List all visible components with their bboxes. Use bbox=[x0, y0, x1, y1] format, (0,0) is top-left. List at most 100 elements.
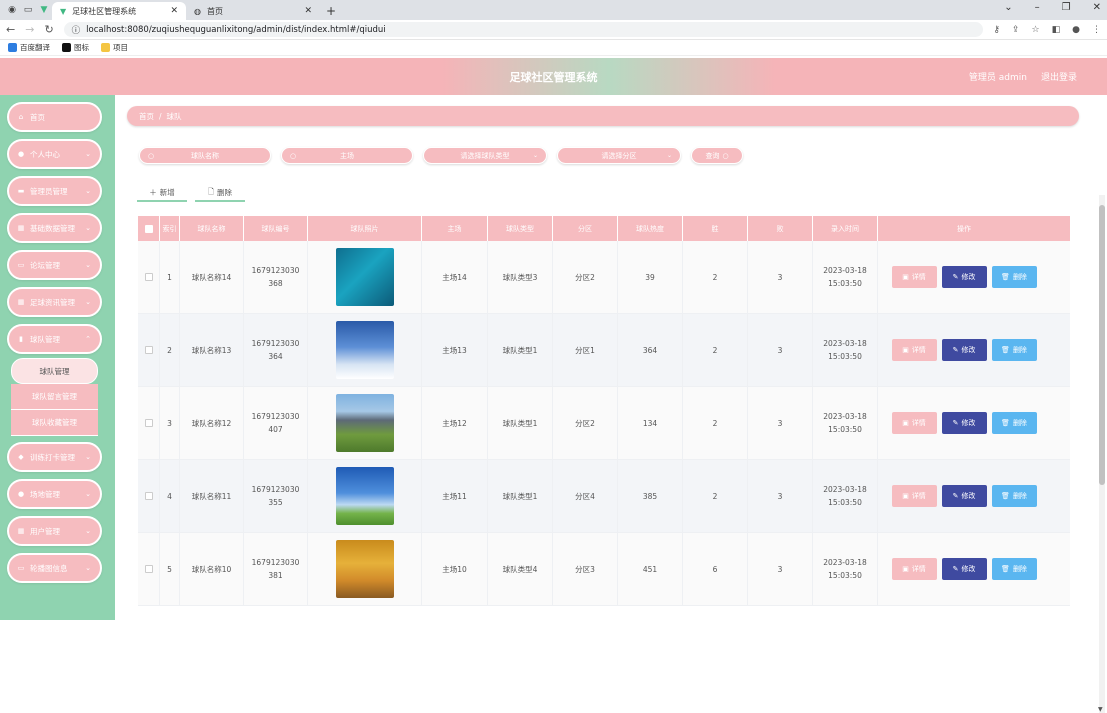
sidebar-item-users[interactable]: ▦ 用户管理 ⌄ bbox=[7, 516, 102, 546]
sidebar-item-carousel[interactable]: ▭ 轮播图信息 ⌄ bbox=[7, 553, 102, 583]
edit-button[interactable]: ✎ 修改 bbox=[941, 558, 987, 580]
batch-delete-button[interactable]: 🗋 删除 bbox=[195, 185, 245, 202]
restore-icon[interactable]: ❐ bbox=[1062, 2, 1071, 13]
detail-button[interactable]: ▣ 详情 bbox=[891, 558, 937, 580]
team-photo-image[interactable] bbox=[335, 540, 394, 598]
row-checkbox[interactable] bbox=[144, 565, 153, 573]
close-icon[interactable]: ✕ bbox=[304, 6, 312, 16]
key-icon[interactable]: ⚷ bbox=[993, 25, 1000, 35]
zone-select[interactable]: 请选择分区 ⌄ bbox=[557, 147, 681, 164]
logout-link[interactable]: 退出登录 bbox=[1041, 70, 1077, 83]
sidebar-item-basedata[interactable]: ▦ 基础数据管理 ⌄ bbox=[7, 213, 102, 243]
add-button[interactable]: ＋新增 bbox=[137, 185, 187, 202]
detail-label: 详情 bbox=[911, 272, 926, 281]
delete-label: 删除 bbox=[217, 188, 233, 197]
minimize-icon[interactable]: – bbox=[1035, 2, 1040, 13]
cell-photo bbox=[308, 241, 422, 313]
submenu-team-message[interactable]: 球队留言管理 bbox=[11, 384, 98, 410]
row-checkbox[interactable] bbox=[144, 419, 153, 427]
star-icon[interactable]: ☆ bbox=[1032, 25, 1040, 35]
search-label: 查询 bbox=[705, 151, 720, 160]
cell-operations: ▣ 详情 ✎ 修改 🗑 删除 bbox=[878, 241, 1050, 313]
row-checkbox[interactable] bbox=[144, 346, 153, 354]
back-icon[interactable]: ← bbox=[6, 23, 15, 36]
profile-icon[interactable]: ● bbox=[1072, 25, 1080, 35]
cell-zone: 分区1 bbox=[553, 314, 618, 386]
tab-inactive[interactable]: ◍ 首页 ✕ bbox=[186, 2, 320, 20]
search-button[interactable]: 查询 ○ bbox=[691, 147, 743, 164]
submenu-team-favorite[interactable]: 球队收藏管理 bbox=[11, 410, 98, 436]
tab-title: 首页 bbox=[206, 6, 223, 16]
scroll-thumb[interactable] bbox=[1099, 205, 1105, 485]
sidebar-item-training[interactable]: ◆ 训练打卡管理 ⌄ bbox=[7, 442, 102, 472]
sidebar-item-team[interactable]: ▮ 球队管理 ⌃ bbox=[7, 324, 102, 354]
cell-name: 球队名称11 bbox=[180, 460, 244, 532]
team-photo-image[interactable] bbox=[335, 394, 394, 452]
cell-code: 1679123030381 bbox=[244, 533, 308, 605]
sidebar-item-profile[interactable]: ● 个人中心 ⌄ bbox=[7, 139, 102, 169]
share-icon[interactable]: ⇪ bbox=[1012, 25, 1020, 35]
sidebar-item-news[interactable]: ▦ 足球资讯管理 ⌄ bbox=[7, 287, 102, 317]
cell-photo bbox=[308, 387, 422, 459]
bookmark-item[interactable]: 图标 bbox=[62, 42, 89, 53]
cell-code: 1679123030364 bbox=[244, 314, 308, 386]
menu-icon[interactable]: ⋮ bbox=[1092, 25, 1101, 35]
detail-icon: ▣ bbox=[902, 345, 909, 354]
sidebar-item-admin[interactable]: ▬ 管理员管理 ⌄ bbox=[7, 176, 102, 206]
team-photo-image[interactable] bbox=[335, 248, 394, 306]
row-checkbox[interactable] bbox=[144, 492, 153, 500]
team-table: 索引 球队名称 球队编号 球队照片 主场 球队类型 分区 球队热度 胜 败 录入… bbox=[138, 216, 1070, 606]
sidebar-item-venue[interactable]: ● 场地管理 ⌄ bbox=[7, 479, 102, 509]
bookmark-item[interactable]: 项目 bbox=[101, 42, 128, 53]
submenu-team-manage[interactable]: 球队管理 bbox=[11, 358, 98, 384]
search-icon: ○ bbox=[722, 151, 729, 160]
delete-button[interactable]: 🗑 删除 bbox=[991, 339, 1037, 361]
home-input[interactable]: ○ 主场 bbox=[281, 147, 413, 164]
tab-active[interactable]: ▼ 足球社区管理系统 ✕ bbox=[52, 2, 186, 20]
scrollbar[interactable]: ▼ bbox=[1098, 195, 1105, 713]
detail-button[interactable]: ▣ 详情 bbox=[891, 266, 937, 288]
team-photo-image[interactable] bbox=[335, 467, 394, 525]
grid-icon: ▦ bbox=[17, 527, 25, 535]
tab-search-icon[interactable]: ◉ bbox=[4, 2, 20, 18]
sidepanel-icon[interactable]: ◧ bbox=[1052, 25, 1061, 35]
reload-icon[interactable]: ↻ bbox=[44, 23, 53, 36]
edit-button[interactable]: ✎ 修改 bbox=[941, 266, 987, 288]
scroll-down-icon[interactable]: ▼ bbox=[1098, 706, 1103, 713]
bookmark-item[interactable]: 百度翻译 bbox=[8, 42, 50, 53]
team-name-input[interactable]: ○ 球队名称 bbox=[139, 147, 271, 164]
cell-win: 2 bbox=[683, 314, 748, 386]
sidebar-item-forum[interactable]: ▭ 论坛管理 ⌄ bbox=[7, 250, 102, 280]
cell-type: 球队类型1 bbox=[488, 314, 553, 386]
team-photo-image[interactable] bbox=[335, 321, 394, 379]
delete-button[interactable]: 🗑 删除 bbox=[991, 558, 1037, 580]
close-window-icon[interactable]: ✕ bbox=[1093, 2, 1101, 13]
new-tab-button[interactable]: + bbox=[326, 4, 336, 18]
vue-icon: ▼ bbox=[40, 5, 48, 15]
edit-button[interactable]: ✎ 修改 bbox=[941, 412, 987, 434]
forward-icon[interactable]: → bbox=[25, 23, 34, 36]
detail-button[interactable]: ▣ 详情 bbox=[891, 485, 937, 507]
detail-button[interactable]: ▣ 详情 bbox=[891, 412, 937, 434]
app-title: 足球社区管理系统 bbox=[509, 70, 598, 84]
detail-button[interactable]: ▣ 详情 bbox=[891, 339, 937, 361]
team-type-select[interactable]: 请选择球队类型 ⌄ bbox=[423, 147, 547, 164]
breadcrumb-home[interactable]: 首页 bbox=[139, 111, 154, 122]
header-right: 管理员 admin 退出登录 bbox=[969, 70, 1077, 83]
row-checkbox[interactable] bbox=[144, 273, 153, 281]
row-checkbox-cell bbox=[138, 314, 160, 386]
sidebar-item-home[interactable]: ⌂ 首页 bbox=[7, 102, 102, 132]
delete-button[interactable]: 🗑 删除 bbox=[991, 485, 1037, 507]
close-icon[interactable]: ✕ bbox=[170, 6, 178, 16]
edit-button[interactable]: ✎ 修改 bbox=[941, 485, 987, 507]
tab-group-icon[interactable]: ▭ bbox=[20, 2, 36, 18]
sidebar: ⌂ 首页 ● 个人中心 ⌄ ▬ 管理员管理 ⌄ ▦ 基础数据管理 ⌄ ▭ 论坛管理 ⌄ ▦ 足球资讯… bbox=[0, 95, 115, 620]
edit-button[interactable]: ✎ 修改 bbox=[941, 339, 987, 361]
url-field[interactable]: ⓘ localhost:8080/zuqiushequguanlixitong/… bbox=[63, 22, 984, 37]
delete-button[interactable]: 🗑 删除 bbox=[991, 412, 1037, 434]
edit-icon: ✎ bbox=[952, 345, 959, 354]
select-all-checkbox[interactable] bbox=[144, 224, 153, 233]
tab-title: 足球社区管理系统 bbox=[72, 6, 137, 16]
delete-button[interactable]: 🗑 删除 bbox=[991, 266, 1037, 288]
chevron-down-icon[interactable]: ⌄ bbox=[1004, 2, 1012, 13]
